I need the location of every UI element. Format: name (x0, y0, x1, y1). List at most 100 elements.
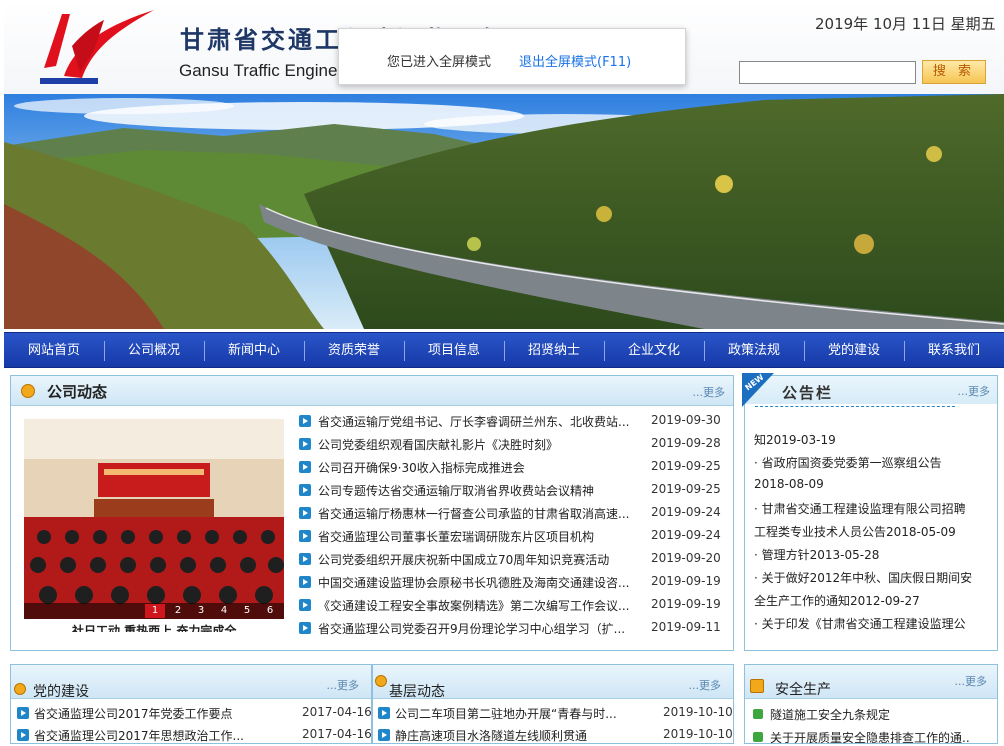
nav-policies[interactable]: 政策法规 (704, 333, 804, 369)
panel-header: 安全生产 ...更多 (745, 665, 997, 699)
pager-4[interactable]: 4 (214, 604, 234, 618)
panel-title: 基层动态 (389, 684, 445, 700)
news-item[interactable]: 公司二车项目第二驻地办开展“青春与时... (395, 705, 621, 722)
company-logo[interactable] (34, 6, 158, 88)
news-item[interactable]: 《交通建设工程安全事故案例精选》第二次编写工作会议... (318, 597, 630, 614)
pager-3[interactable]: 3 (191, 604, 211, 618)
nav-honors[interactable]: 资质荣誉 (304, 333, 404, 369)
list-bullet-icon (378, 729, 390, 741)
play-icon (14, 683, 26, 695)
news-date: 2019-09-19 (651, 597, 721, 611)
news-date: 2017-04-16 (302, 727, 372, 741)
bulletin-title: 公告栏 (782, 384, 834, 402)
lock-icon (750, 679, 764, 693)
news-date: 2019-09-11 (651, 620, 721, 634)
news-date: 2019-09-24 (651, 505, 721, 519)
news-photo[interactable] (24, 419, 284, 619)
nav-contact[interactable]: 联系我们 (904, 333, 1004, 369)
list-bullet-icon (299, 438, 311, 450)
list-bullet-icon (17, 729, 29, 741)
nav-culture[interactable]: 企业文化 (604, 333, 704, 369)
panel-header: 公司动态 ...更多 (11, 376, 733, 406)
photo-caption[interactable]: 社日工动 重热西上 奋力完成全 (72, 622, 242, 632)
news-item[interactable]: 省交通监理公司2017年思想政治工作... (34, 727, 284, 744)
list-bullet-icon (299, 461, 311, 473)
list-bullet-icon (17, 707, 29, 719)
list-bullet-icon (299, 576, 311, 588)
more-link[interactable]: ...更多 (327, 677, 360, 693)
bulletin-line[interactable]: 工程类专业技术人员公告2018-05-09 (754, 523, 956, 540)
news-item[interactable]: 公司党委组织观看国庆献礼影片《决胜时刻》 (318, 436, 630, 453)
news-item[interactable]: 省交通监理公司董事长董宏瑞调研陇东片区项目机构 (318, 528, 630, 545)
more-link[interactable]: ...更多 (693, 384, 726, 400)
nav-recruitment[interactable]: 招贤纳士 (504, 333, 604, 369)
news-item[interactable]: 公司专题传达省交通运输厅取消省界收费站会议精神 (318, 482, 630, 499)
more-link[interactable]: ...更多 (958, 383, 991, 399)
bulletin-line[interactable]: · 关于印发《甘肃省交通工程建设监理公 (754, 615, 966, 632)
bulletin-line[interactable]: · 甘肃省交通工程建设监理有限公司招聘 (754, 500, 966, 517)
exit-fullscreen-link[interactable]: 退出全屏模式(F11) (519, 51, 631, 70)
more-link[interactable]: ...更多 (689, 677, 722, 693)
news-item[interactable]: 中国交通建设监理协会原秘书长巩德胜及海南交通建设咨... (318, 574, 630, 591)
news-date: 2019-09-20 (651, 551, 721, 565)
news-date: 2019-09-28 (651, 436, 721, 450)
pager-2[interactable]: 2 (168, 604, 188, 618)
panel-title: 安全生产 (775, 682, 831, 698)
list-bullet-icon (299, 530, 311, 542)
bulletin-line[interactable]: 全生产工作的通知2012-09-27 (754, 592, 920, 609)
current-date: 2019年 10月 11日 星期五 (815, 15, 996, 33)
panel-header: 基层动态 ...更多 (373, 665, 733, 700)
news-item[interactable]: 省交通监理公司2017年党委工作要点 (34, 705, 284, 722)
bulletin-line[interactable]: · 省政府国资委党委第一巡察组公告 (754, 454, 942, 471)
pager-1[interactable]: 1 (145, 604, 165, 618)
list-bullet-icon (299, 415, 311, 427)
pager-6[interactable]: 6 (260, 604, 280, 618)
nav-news[interactable]: 新闻中心 (204, 333, 304, 369)
play-icon (21, 384, 35, 398)
news-date: 2019-10-10 (663, 705, 733, 719)
nav-projects[interactable]: 项目信息 (404, 333, 504, 369)
news-date: 2019-10-10 (663, 727, 733, 741)
search-button[interactable]: 搜 索 (922, 60, 986, 84)
news-item[interactable]: 隧道施工安全九条规定 (770, 706, 970, 723)
news-date: 2019-09-25 (651, 459, 721, 473)
bulletin-line[interactable]: 2018-08-09 (754, 477, 824, 491)
banner-image (4, 94, 1004, 329)
play-icon (375, 675, 387, 687)
nav-home[interactable]: 网站首页 (4, 333, 104, 369)
fullscreen-message: 您已进入全屏模式 (387, 55, 492, 70)
news-date: 2019-09-24 (651, 528, 721, 542)
list-bullet-icon (299, 484, 311, 496)
list-bullet-icon (753, 709, 763, 719)
list-bullet-icon (378, 707, 390, 719)
news-item[interactable]: 省交通监理公司党委召开9月份理论学习中心组学习（扩... (318, 620, 630, 637)
main-nav: 网站首页 公司概况 新闻中心 资质荣誉 项目信息 招贤纳士 企业文化 政策法规 … (4, 332, 1004, 368)
more-link[interactable]: ...更多 (955, 673, 988, 689)
news-item[interactable]: 省交通运输厅杨惠林一行督查公司承监的甘肃省取消高速... (318, 505, 630, 522)
bulletin-line[interactable]: · 关于做好2012年中秋、国庆假日期间安 (754, 569, 972, 586)
list-bullet-icon (299, 507, 311, 519)
list-bullet-icon (299, 622, 311, 634)
news-date: 2019-09-19 (651, 574, 721, 588)
fullscreen-notice: 您已进入全屏模式 退出全屏模式(F11) (338, 28, 686, 85)
news-date: 2017-04-16 (302, 705, 372, 719)
nav-about[interactable]: 公司概况 (104, 333, 204, 369)
list-bullet-icon (753, 732, 763, 742)
news-item[interactable]: 静庄高速项目水洛隧道左线顺利贯通 (395, 727, 621, 744)
nav-party[interactable]: 党的建设 (804, 333, 904, 369)
list-bullet-icon (299, 599, 311, 611)
panel-title: 党的建设 (33, 684, 89, 700)
bulletin-line[interactable]: · 管理方针2013-05-28 (754, 546, 879, 563)
panel-title: 公司动态 (47, 383, 108, 401)
news-item[interactable]: 省交通运输厅党组书记、厅长李睿调研兰州东、北收费站... (318, 413, 630, 430)
news-item[interactable]: 公司召开确保9·30收入指标完成推进会 (318, 459, 630, 476)
news-item[interactable]: 公司党委组织开展庆祝新中国成立70周年知识竞赛活动 (318, 551, 630, 568)
news-date: 2019-09-25 (651, 482, 721, 496)
bulletin-line[interactable]: 知2019-03-19 (754, 431, 836, 448)
search-input[interactable] (739, 61, 916, 84)
pager-5[interactable]: 5 (237, 604, 257, 618)
bulletin-underline (755, 406, 955, 407)
panel-header: 党的建设 ...更多 (11, 665, 371, 700)
news-date: 2019-09-30 (651, 413, 721, 427)
list-bullet-icon (299, 553, 311, 565)
